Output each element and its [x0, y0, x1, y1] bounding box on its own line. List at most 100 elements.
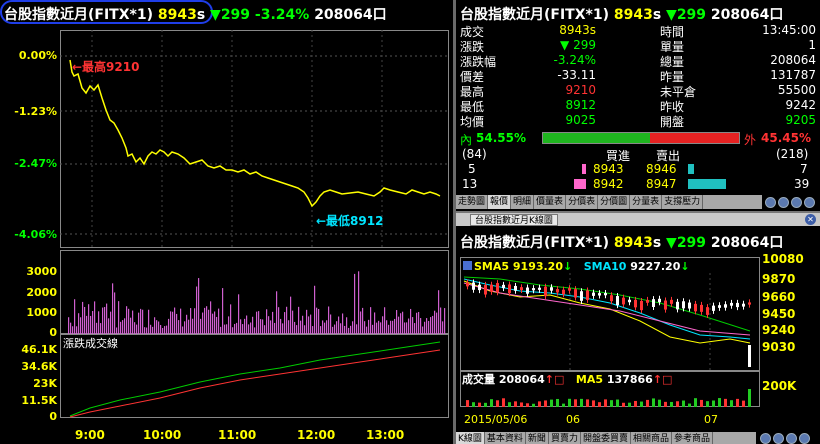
- cum-label-1: 34.6K: [21, 360, 57, 373]
- candle-body: [532, 288, 535, 291]
- volume-bar: [400, 313, 402, 334]
- tab-reference[interactable]: 參考商品: [672, 432, 713, 444]
- volume-bar: [220, 326, 222, 334]
- candle-body: [508, 284, 511, 294]
- kline-volume-bar: [640, 401, 643, 407]
- bottom-scroll-left-icon[interactable]: [760, 433, 771, 444]
- tab-buy-sell-power[interactable]: 買賣力: [549, 432, 581, 444]
- candle-body-last: [748, 345, 751, 367]
- volume-bar: [106, 303, 108, 334]
- volume-bar: [142, 309, 144, 334]
- tab-support[interactable]: 支撐壓力: [662, 195, 704, 209]
- bottom-scroll-right-icon[interactable]: [773, 433, 784, 444]
- volume-bar: [248, 324, 250, 334]
- volume-bar: [100, 323, 102, 334]
- quote-value: 8912: [565, 98, 596, 112]
- tab-scroll-down-icon[interactable]: [804, 197, 815, 208]
- volume-bar: [364, 321, 366, 334]
- volume-bar: [332, 326, 334, 334]
- tab-scroll-right-icon[interactable]: [778, 197, 789, 208]
- volume-bar: [404, 322, 406, 334]
- kline-volume-bar: [622, 402, 625, 407]
- candle-body: [682, 301, 685, 309]
- volume-bar: [306, 309, 308, 334]
- candle-body: [658, 298, 661, 303]
- volume-bar: [296, 325, 298, 334]
- quote-tab-bar: 走勢圖 報價 明細 價量表 分價表 分價圖 分量表 支撐壓力: [456, 195, 762, 209]
- volume-bar: [368, 319, 370, 334]
- quote-label: 開盤: [660, 115, 685, 129]
- kline-settings-icon[interactable]: [463, 261, 472, 270]
- intraday-price-line: [69, 59, 441, 208]
- right-symbol-name: 台股指數近月(FITX*1): [460, 7, 609, 23]
- right-price: 8943: [613, 7, 653, 23]
- volume-bar: [118, 301, 120, 334]
- volume-bar: [376, 322, 378, 334]
- volume-bar: [280, 318, 282, 334]
- kline-vol-axis-label: 200K: [762, 379, 797, 393]
- volume-bar: [114, 292, 116, 334]
- kline-volume: 208064口: [710, 235, 784, 251]
- volume-bar: [206, 306, 208, 334]
- candle-body: [562, 289, 565, 295]
- tab-scroll-left-icon[interactable]: [765, 197, 776, 208]
- tab-volume-table[interactable]: 分量表: [630, 195, 663, 209]
- tab-related[interactable]: 相關商品: [631, 432, 672, 444]
- cum-label-3: 11.5K: [21, 394, 57, 407]
- bid-price-1: 8942: [593, 177, 624, 191]
- kline-price-label-4: 9240: [762, 323, 796, 337]
- quote-value: 8943s: [559, 23, 596, 37]
- volume-bar: [320, 326, 322, 334]
- volume-bar: [228, 316, 230, 334]
- left-panel: 台股指數近月(FITX*1) 8943s ▼299 -3.24% 208064口…: [0, 0, 455, 444]
- volume-bar: [212, 313, 214, 334]
- volume-bar: [346, 317, 348, 334]
- kline-x-label-1: 06: [566, 413, 580, 426]
- volume-bar: [444, 308, 446, 334]
- volume-bar: [422, 326, 424, 334]
- bottom-scroll-up-icon[interactable]: [786, 433, 797, 444]
- kline-volume-bar: [532, 403, 535, 407]
- volume-bar: [242, 324, 244, 334]
- volume-bar: [252, 316, 254, 334]
- close-icon[interactable]: ✕: [805, 214, 816, 225]
- right-price-suffix: s: [652, 7, 662, 23]
- tab-scroll-up-icon[interactable]: [791, 197, 802, 208]
- tab-kline[interactable]: K線圖: [456, 432, 485, 444]
- tab-basic-info[interactable]: 基本資料: [485, 432, 526, 444]
- volume-bar: [182, 326, 184, 334]
- tab-price-volume[interactable]: 價量表: [534, 195, 567, 209]
- bottom-scroll-down-icon[interactable]: [799, 433, 810, 444]
- tab-detail[interactable]: 明細: [511, 195, 535, 209]
- candle-body: [700, 304, 703, 312]
- y-label-0: 0.00%: [18, 49, 57, 62]
- volume-bar: [84, 306, 86, 334]
- volume-bar: [94, 301, 96, 334]
- volume-bar: [436, 312, 438, 334]
- kline-window-tab[interactable]: 台股指數近月K線圖: [470, 214, 558, 226]
- volume-bar: [334, 324, 336, 334]
- left-change-pct: -3.24%: [254, 7, 310, 23]
- tab-open-orders[interactable]: 開盤委買賣: [581, 432, 631, 444]
- tab-trend[interactable]: 走勢圖: [456, 195, 489, 209]
- volume-bar: [80, 317, 82, 334]
- kline-volume-bar: [670, 401, 673, 407]
- volume-bar: [144, 327, 146, 334]
- candle-body: [496, 283, 499, 293]
- volume-bar: [392, 320, 394, 334]
- tab-news[interactable]: 新聞: [526, 432, 549, 444]
- quote-label: 漲跌: [460, 40, 485, 54]
- volume-bar: [356, 324, 358, 334]
- kline-price-label-2: 9660: [762, 290, 796, 304]
- kline-volume-bar: [496, 400, 499, 407]
- quote-value: 9025: [565, 113, 596, 127]
- left-price: 8943: [157, 7, 197, 23]
- volume-bar: [292, 310, 294, 334]
- tab-quote[interactable]: 報價: [488, 195, 512, 209]
- quote-value: 13:45:00: [762, 23, 816, 37]
- volume-bar: [226, 324, 228, 334]
- tab-price-table[interactable]: 分價表: [566, 195, 599, 209]
- tab-price-chart[interactable]: 分價圖: [598, 195, 631, 209]
- inside-label: 內: [460, 133, 473, 147]
- kline-volume-bar: [664, 401, 667, 407]
